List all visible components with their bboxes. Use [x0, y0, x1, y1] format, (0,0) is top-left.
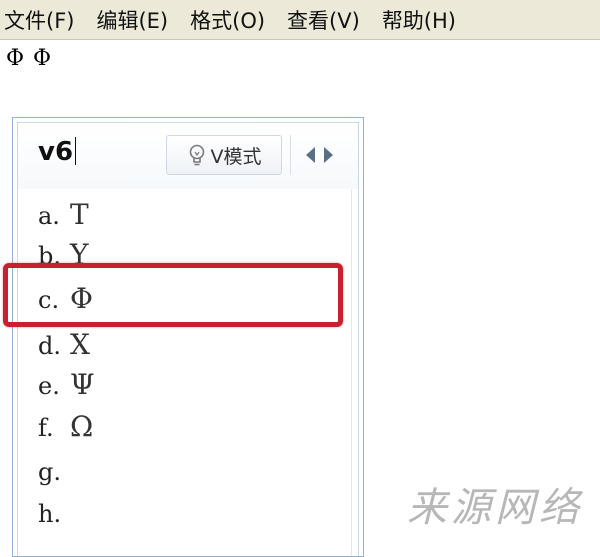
candidate-list: a. Τ b. Υ c. Φ d. Χ e. Ψ f. Ω g. h. — [18, 189, 358, 556]
candidate-g[interactable]: g. — [38, 451, 338, 491]
candidate-h[interactable]: h. — [38, 493, 338, 533]
candidate-key: d. — [38, 332, 61, 360]
ime-candidate-panel: v6 V模式 a. Τ b. Υ c. Φ d. Χ e. Ψ f. Ω g. … — [12, 117, 364, 557]
candidate-scroll-gutter — [351, 189, 358, 556]
menu-edit[interactable]: 编辑(E) — [90, 5, 174, 35]
ime-input-text: v6 — [38, 137, 74, 167]
menu-help[interactable]: 帮助(H) — [376, 5, 462, 35]
candidate-d[interactable]: d. Χ — [38, 325, 338, 365]
page-right-arrow-icon[interactable] — [324, 147, 333, 163]
candidate-key: e. — [38, 372, 60, 400]
candidate-symbol: Χ — [70, 328, 90, 361]
candidate-key: a. — [38, 202, 60, 230]
candidate-symbol: Τ — [70, 198, 89, 231]
document-text[interactable]: Φ Φ — [6, 46, 52, 71]
lightbulb-icon — [189, 144, 204, 166]
nav-separator — [290, 135, 291, 175]
selection-highlight-box — [3, 263, 343, 327]
watermark: 来源网络 — [390, 466, 600, 542]
ime-header: v6 V模式 — [18, 123, 358, 190]
candidate-key: f. — [38, 414, 54, 442]
candidate-f[interactable]: f. Ω — [38, 407, 338, 447]
v-mode-button[interactable]: V模式 — [166, 135, 282, 175]
ime-composition-input[interactable]: v6 — [38, 137, 77, 167]
candidate-e[interactable]: e. Ψ — [38, 365, 338, 405]
v-mode-label: V模式 — [210, 145, 262, 168]
candidate-symbol: Ω — [70, 410, 94, 443]
page-left-arrow-icon[interactable] — [306, 147, 315, 163]
menu-file[interactable]: 文件(F) — [0, 5, 80, 35]
menu-bar: 文件(F) 编辑(E) 格式(O) 查看(V) 帮助(H) — [0, 0, 600, 40]
menu-view[interactable]: 查看(V) — [281, 5, 366, 35]
candidate-key: g. — [38, 458, 61, 486]
text-caret — [75, 137, 77, 165]
candidate-symbol: Ψ — [70, 368, 95, 401]
candidate-key: h. — [38, 500, 62, 528]
ime-panel-inner: v6 V模式 a. Τ b. Υ c. Φ d. Χ e. Ψ f. Ω g. … — [17, 122, 359, 556]
candidate-a[interactable]: a. Τ — [38, 195, 338, 235]
menu-format[interactable]: 格式(O) — [184, 5, 271, 35]
